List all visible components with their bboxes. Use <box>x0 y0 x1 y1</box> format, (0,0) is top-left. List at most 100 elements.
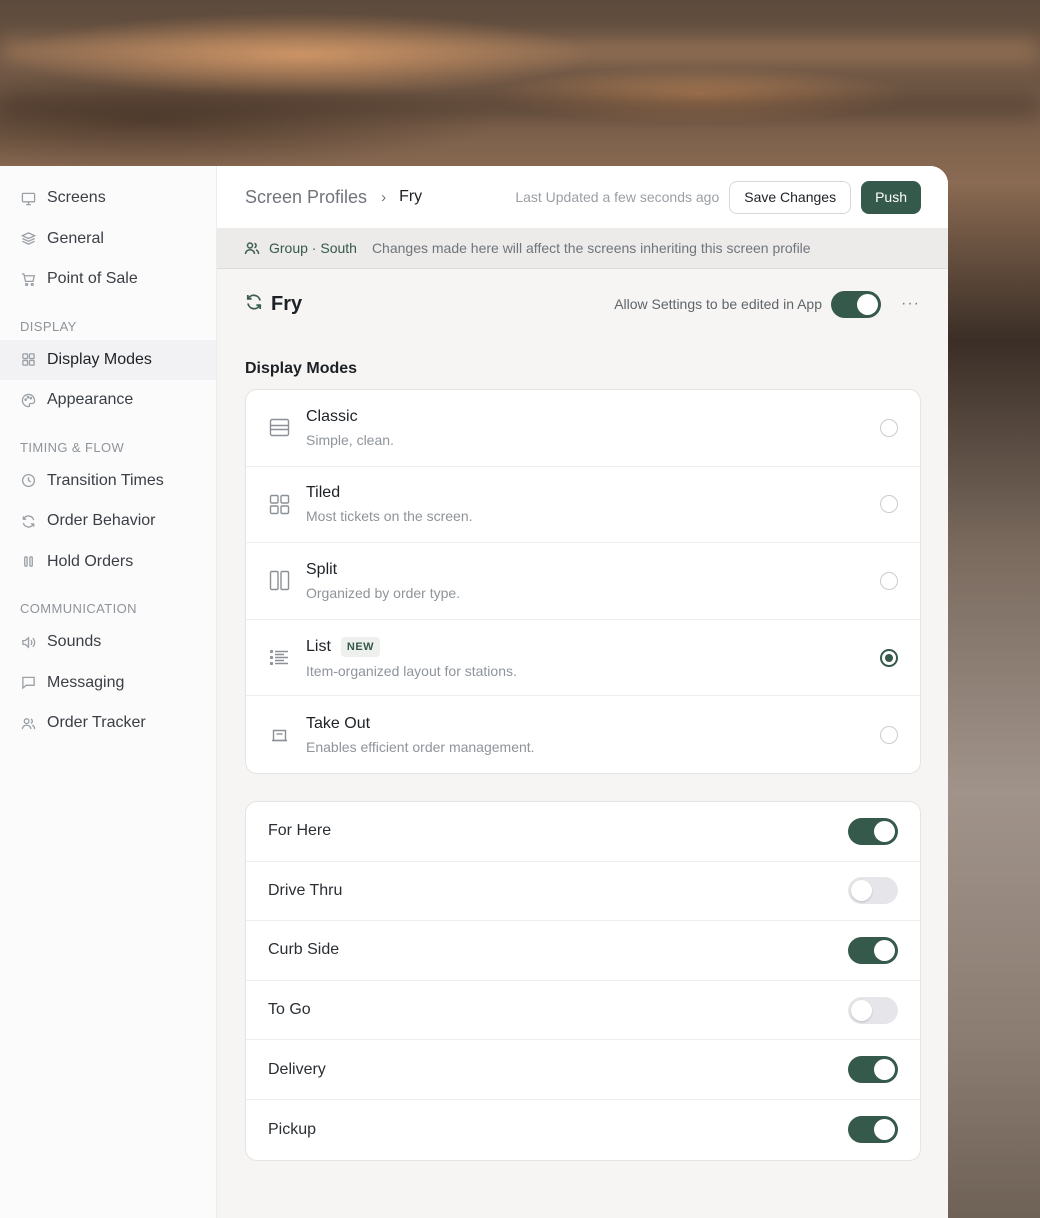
sidebar-item-order-behavior[interactable]: Order Behavior <box>0 501 216 542</box>
display-mode-option-classic[interactable]: Classic Simple, clean. <box>246 390 920 467</box>
mode-radio[interactable] <box>880 418 898 437</box>
toggle-knob <box>851 999 872 1021</box>
order-type-label: Curb Side <box>268 941 340 959</box>
display-mode-option-take-out[interactable]: Take Out Enables efficient order managem… <box>246 696 920 773</box>
users-icon <box>244 242 260 255</box>
mode-title-text: List <box>306 637 331 655</box>
mode-text: Classic Simple, clean. <box>306 408 880 448</box>
order-type-toggle[interactable] <box>848 877 898 905</box>
sidebar-item-label: Hold Orders <box>47 552 134 570</box>
classic-layout-icon <box>268 417 290 439</box>
sidebar-section-timing: TIMING & FLOW <box>20 439 125 455</box>
allow-edit-label: Allow Settings to be edited in App <box>614 296 823 312</box>
mode-title: Classic <box>306 407 358 425</box>
order-type-toggle[interactable] <box>848 936 898 964</box>
sidebar-item-label: Point of Sale <box>47 270 138 288</box>
sidebar-item-label: Sounds <box>47 633 102 651</box>
toggle-knob <box>874 939 895 961</box>
sidebar-item-messaging[interactable]: Messaging <box>0 663 216 704</box>
list-layout-icon <box>268 647 290 669</box>
takeout-icon <box>268 724 290 746</box>
palette-icon <box>20 392 36 408</box>
sidebar: Screens General Point of Sale DISPLAY Di… <box>0 166 217 1218</box>
new-badge: NEW <box>340 636 381 657</box>
mode-text: Take Out Enables efficient order managem… <box>306 715 880 755</box>
sidebar-item-order-tracker[interactable]: Order Tracker <box>0 703 216 744</box>
save-changes-button[interactable]: Save Changes <box>729 180 852 214</box>
sidebar-item-hold-orders[interactable]: Hold Orders <box>0 542 216 583</box>
order-type-row-delivery: Delivery <box>246 1040 920 1100</box>
group-name-link[interactable]: Group · South <box>269 240 357 256</box>
mode-text: Tiled Most tickets on the screen. <box>306 484 880 524</box>
sidebar-item-display-modes[interactable]: Display Modes <box>0 339 216 380</box>
sidebar-item-label: General <box>47 229 104 247</box>
order-type-row-to-go: To Go <box>246 981 920 1041</box>
allow-edit-toggle[interactable] <box>831 290 882 318</box>
sync-icon <box>245 293 263 316</box>
sidebar-item-appearance[interactable]: Appearance <box>0 380 216 421</box>
mode-title: Split <box>306 560 338 578</box>
breadcrumb-root[interactable]: Screen Profiles <box>245 187 367 208</box>
grid-icon <box>20 352 36 368</box>
order-type-label: For Here <box>268 822 332 840</box>
sidebar-item-label: Order Tracker <box>47 714 146 732</box>
mode-radio[interactable] <box>880 571 898 590</box>
toggle-knob <box>874 1059 895 1081</box>
display-mode-option-list[interactable]: List NEW Item-organized layout for stati… <box>246 620 920 697</box>
order-type-row-drive-thru: Drive Thru <box>246 862 920 922</box>
order-type-row-pickup: Pickup <box>246 1100 920 1160</box>
chevron-right-icon: › <box>381 188 387 206</box>
toggle-knob <box>874 1119 895 1141</box>
group-banner-message: Changes made here will affect the screen… <box>371 240 811 256</box>
order-type-row-curb-side: Curb Side <box>246 921 920 981</box>
speaker-icon <box>20 634 36 650</box>
pause-icon <box>20 554 36 570</box>
mode-description: Most tickets on the screen. <box>306 508 473 525</box>
clock-icon <box>20 473 36 489</box>
toggle-knob <box>874 820 895 842</box>
sidebar-item-screens[interactable]: Screens <box>0 178 216 219</box>
mode-text: List NEW Item-organized layout for stati… <box>306 636 880 679</box>
profile-header: Fry Allow Settings to be edited in App ·… <box>217 269 948 339</box>
group-banner: Group · South Changes made here will aff… <box>217 228 948 269</box>
monitor-icon <box>20 190 36 206</box>
mode-radio[interactable] <box>880 648 898 667</box>
mode-description: Item-organized layout for stations. <box>306 662 517 679</box>
mode-title: List NEW <box>306 636 880 657</box>
sidebar-item-general[interactable]: General <box>0 219 216 260</box>
push-button[interactable]: Push <box>861 180 921 214</box>
more-options-icon[interactable]: ··· <box>901 295 920 313</box>
sidebar-item-point-of-sale[interactable]: Point of Sale <box>0 259 216 300</box>
last-updated-text: Last Updated a few seconds ago <box>515 189 720 205</box>
sidebar-item-sounds[interactable]: Sounds <box>0 622 216 663</box>
settings-panel: Screens General Point of Sale DISPLAY Di… <box>0 166 948 1218</box>
mode-radio[interactable] <box>880 495 898 514</box>
layers-icon <box>20 231 36 247</box>
split-layout-icon <box>268 570 290 592</box>
mode-description: Simple, clean. <box>306 431 394 448</box>
sidebar-item-label: Appearance <box>47 391 134 409</box>
sidebar-item-label: Display Modes <box>47 350 152 368</box>
display-mode-option-split[interactable]: Split Organized by order type. <box>246 543 920 620</box>
order-type-label: To Go <box>268 1001 311 1019</box>
sidebar-item-label: Screens <box>47 189 106 207</box>
display-mode-option-tiled[interactable]: Tiled Most tickets on the screen. <box>246 467 920 544</box>
display-modes-heading: Display Modes <box>245 360 358 377</box>
mode-title: Take Out <box>306 714 371 732</box>
sidebar-item-transition-times[interactable]: Transition Times <box>0 461 216 502</box>
chat-icon <box>20 675 36 691</box>
cart-icon <box>20 271 36 287</box>
order-type-toggle[interactable] <box>848 996 898 1024</box>
order-type-toggle[interactable] <box>848 817 898 845</box>
main-content: Screen Profiles › Fry Last Updated a few… <box>217 166 948 1218</box>
sidebar-section-communication: COMMUNICATION <box>20 601 137 616</box>
profile-title: Fry <box>271 292 303 315</box>
mode-title: Tiled <box>306 484 341 502</box>
mode-radio[interactable] <box>880 725 898 744</box>
order-type-toggle[interactable] <box>848 1056 898 1084</box>
order-type-toggle[interactable] <box>848 1116 898 1144</box>
order-type-label: Pickup <box>268 1120 317 1138</box>
order-type-label: Drive Thru <box>268 881 343 899</box>
order-type-row-for-here: For Here <box>246 802 920 862</box>
sidebar-item-label: Messaging <box>47 673 125 691</box>
